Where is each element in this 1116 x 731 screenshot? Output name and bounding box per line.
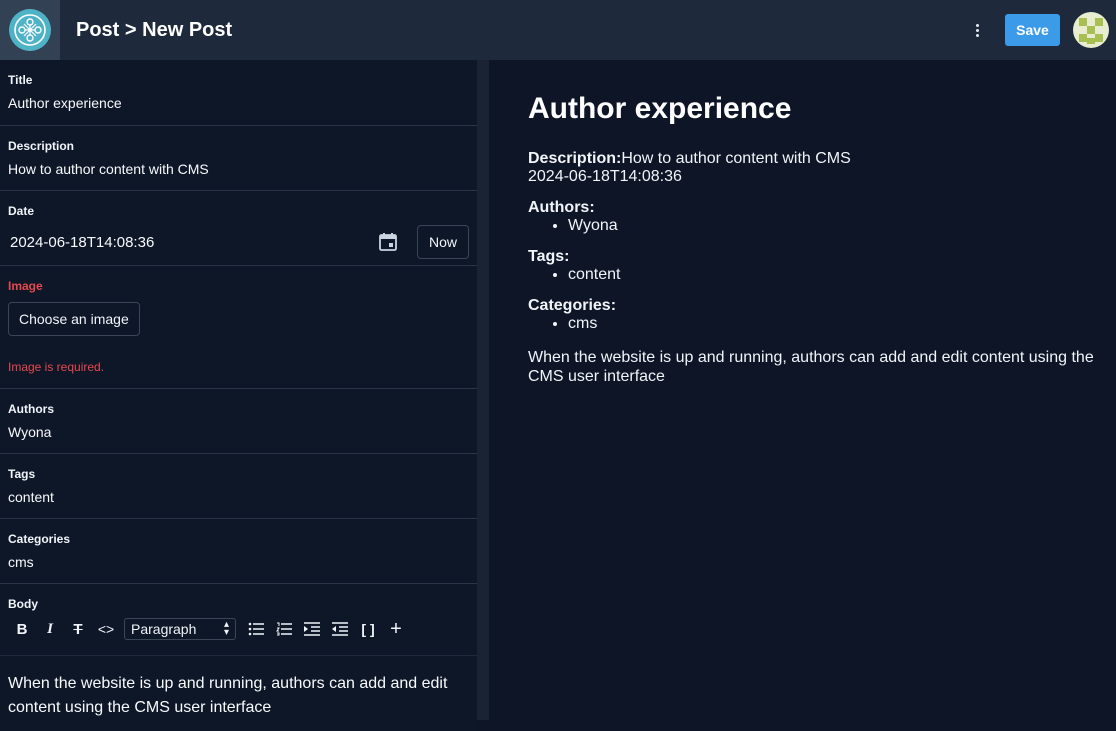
select-arrows-icon: ▴ ▾ [223, 619, 229, 638]
title-input[interactable]: Author experience [8, 95, 469, 111]
preview-tags-label: Tags: [528, 248, 570, 265]
app-logo-icon [9, 9, 51, 51]
image-field: Image Choose an image Image is required. [0, 266, 477, 389]
date-field[interactable]: Date 2024-06-18T14:08:36 Now [0, 191, 477, 266]
bulleted-list-icon[interactable] [242, 617, 270, 641]
numbered-list-icon[interactable] [270, 617, 298, 641]
preview-authors-label: Authors: [528, 199, 595, 216]
choose-image-button[interactable]: Choose an image [8, 302, 140, 336]
calendar-icon[interactable] [377, 231, 399, 253]
preview-tags: Tags: content [528, 248, 1116, 284]
image-label: Image [8, 279, 43, 293]
categories-label: Categories [8, 532, 71, 546]
preview-description-label: Description: [528, 150, 622, 167]
save-button[interactable]: Save [1005, 14, 1060, 46]
page-title: Post > New Post [76, 18, 233, 41]
authors-label: Authors [8, 402, 54, 416]
avatar[interactable] [1073, 12, 1109, 48]
preview-title: Author experience [528, 92, 792, 125]
now-button[interactable]: Now [417, 225, 469, 259]
tags-input[interactable]: content [8, 489, 469, 505]
preview-description: Description:How to author content with C… [528, 150, 1116, 186]
preview-date: 2024-06-18T14:08:36 [528, 168, 682, 185]
title-label: Title [8, 73, 33, 87]
preview-categories: Categories: cms [528, 297, 1116, 333]
block-format-select[interactable]: Paragraph ▴ ▾ [124, 618, 236, 640]
preview-description-value: How to author content with CMS [621, 150, 851, 167]
indent-icon[interactable] [298, 617, 326, 641]
body-editor[interactable]: When the website is up and running, auth… [0, 655, 477, 720]
editor-panel: Title Author experience Description How … [0, 60, 477, 731]
block-format-value: Paragraph [131, 621, 197, 637]
tags-field[interactable]: Tags content [0, 454, 477, 519]
bold-icon[interactable]: B [8, 617, 36, 641]
panel-divider[interactable] [477, 60, 489, 720]
date-label: Date [8, 204, 35, 218]
list-item: cms [568, 315, 1116, 333]
italic-icon[interactable]: I [36, 617, 64, 641]
list-item: content [568, 266, 1116, 284]
more-options-icon[interactable] [967, 15, 987, 45]
top-bar: Post > New Post Save [0, 0, 1116, 60]
categories-field[interactable]: Categories cms [0, 519, 477, 584]
preview-categories-label: Categories: [528, 297, 617, 314]
description-label: Description [8, 139, 75, 153]
logo-container[interactable] [0, 0, 60, 60]
categories-input[interactable]: cms [8, 554, 469, 570]
title-field[interactable]: Title Author experience [0, 60, 477, 126]
code-block-icon[interactable]: [ ] [354, 617, 382, 641]
body-toolbar: B I T <> Paragraph ▴ ▾ [ ] + [0, 615, 477, 643]
code-icon[interactable]: <> [92, 617, 120, 641]
tags-label: Tags [8, 467, 36, 481]
add-icon[interactable]: + [382, 617, 410, 641]
date-input[interactable]: 2024-06-18T14:08:36 [10, 234, 377, 251]
description-input[interactable]: How to author content with CMS [8, 161, 469, 177]
description-field[interactable]: Description How to author content with C… [0, 126, 477, 191]
image-error-message: Image is required. [8, 360, 105, 374]
authors-field[interactable]: Authors Wyona [0, 389, 477, 454]
authors-input[interactable]: Wyona [8, 424, 469, 440]
preview-panel: Author experience Description:How to aut… [489, 60, 1116, 731]
preview-authors: Authors: Wyona [528, 199, 1116, 235]
body-label: Body [8, 597, 38, 611]
outdent-icon[interactable] [326, 617, 354, 641]
preview-body: When the website is up and running, auth… [528, 349, 1094, 385]
strikethrough-icon[interactable]: T [64, 617, 92, 641]
list-item: Wyona [568, 217, 1116, 235]
